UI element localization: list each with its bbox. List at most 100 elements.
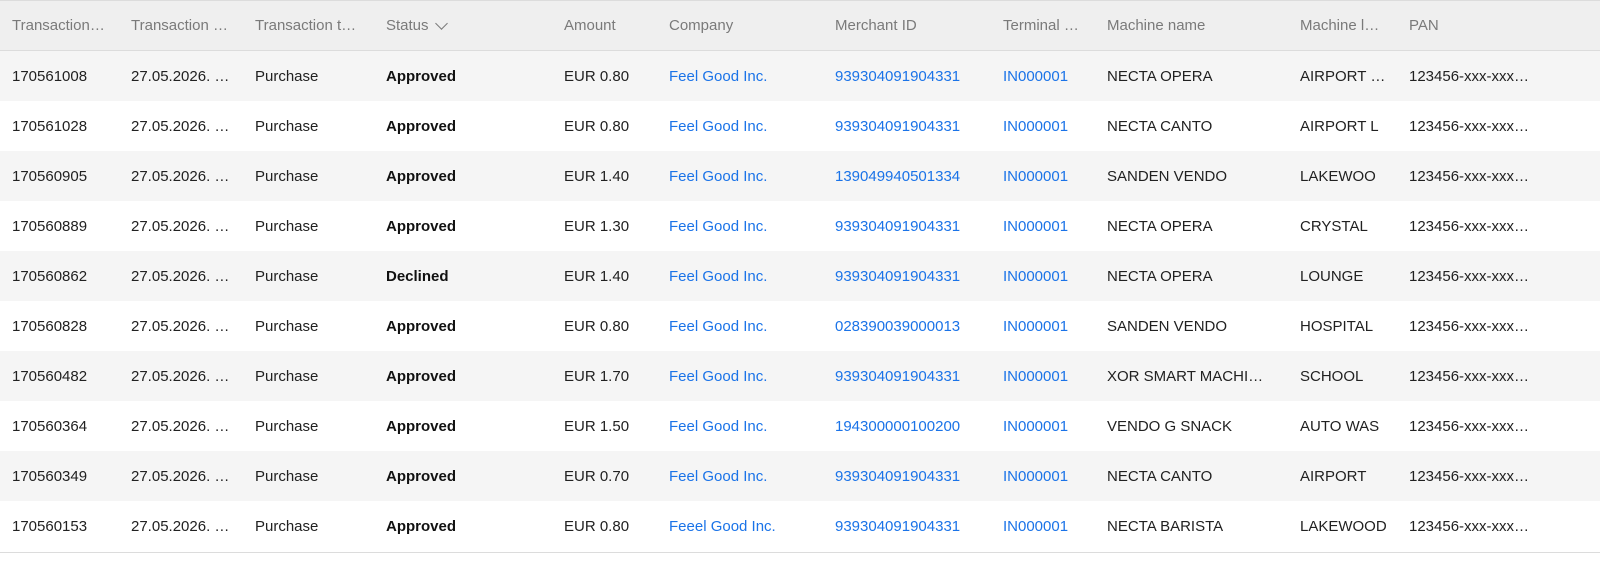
chevron-down-icon[interactable] xyxy=(434,16,448,30)
terminal-link[interactable]: IN000001 xyxy=(1003,468,1088,485)
cell-status: Approved xyxy=(386,201,546,251)
cell-transaction-type: Purchase xyxy=(255,401,370,451)
cell-amount: EUR 1.40 xyxy=(564,251,654,301)
terminal-link[interactable]: IN000001 xyxy=(1003,168,1088,185)
terminal-link[interactable]: IN000001 xyxy=(1003,368,1088,385)
table-row[interactable]: 170560349 27.05.2026. … Purchase Approve… xyxy=(0,451,1600,501)
cell-text: Purchase xyxy=(255,67,319,85)
cell-text: SCHOOL xyxy=(1300,367,1364,385)
cell-text: AIRPORT xyxy=(1300,467,1367,485)
cell-transaction-date: 27.05.2026. … xyxy=(131,301,239,351)
terminal-link[interactable]: IN000001 xyxy=(1003,118,1088,135)
merchant-id-link[interactable]: 939304091904331 xyxy=(835,118,990,135)
cell-company: Feel Good Inc. xyxy=(669,51,819,101)
cell-transaction-id: 170560828 xyxy=(12,301,120,351)
cell-transaction-id: 170561028 xyxy=(12,101,120,151)
table-row[interactable]: 170560862 27.05.2026. … Purchase Decline… xyxy=(0,251,1600,301)
merchant-id-link[interactable]: 939304091904331 xyxy=(835,268,990,285)
merchant-id-link[interactable]: 028390039000013 xyxy=(835,318,990,335)
cell-text: EUR 0.80 xyxy=(564,67,630,85)
cell-text: 170560482 xyxy=(12,367,88,385)
column-header-pan[interactable]: PAN xyxy=(1409,1,1539,50)
cell-amount: EUR 0.80 xyxy=(564,51,654,101)
column-header-company[interactable]: Company xyxy=(669,1,819,50)
cell-status: Approved xyxy=(386,501,546,551)
company-link[interactable]: Feel Good Inc. xyxy=(669,68,819,85)
transactions-table: Transaction… Transaction … Transaction t… xyxy=(0,0,1600,578)
company-link[interactable]: Feel Good Inc. xyxy=(669,318,819,335)
cell-pan: 123456-xxx-xxx… xyxy=(1409,251,1539,301)
company-link[interactable]: Feel Good Inc. xyxy=(669,468,819,485)
cell-text: CRYSTAL xyxy=(1300,217,1368,235)
terminal-link[interactable]: IN000001 xyxy=(1003,418,1088,435)
cell-company: Feel Good Inc. xyxy=(669,301,819,351)
terminal-link[interactable]: IN000001 xyxy=(1003,318,1088,335)
cell-machine-location: SCHOOL xyxy=(1300,351,1392,401)
cell-company: Feel Good Inc. xyxy=(669,351,819,401)
cell-machine-name: NECTA OPERA xyxy=(1107,251,1267,301)
cell-transaction-id: 170560364 xyxy=(12,401,120,451)
cell-text: 170561028 xyxy=(12,117,88,135)
terminal-link[interactable]: IN000001 xyxy=(1003,68,1088,85)
company-link[interactable]: Feel Good Inc. xyxy=(669,368,819,385)
cell-terminal: IN000001 xyxy=(1003,201,1088,251)
merchant-id-link[interactable]: 939304091904331 xyxy=(835,518,990,535)
cell-machine-location: LOUNGE xyxy=(1300,251,1392,301)
cell-status: Approved xyxy=(386,101,546,151)
column-header-machine-name[interactable]: Machine name xyxy=(1107,1,1267,50)
cell-pan: 123456-xxx-xxx… xyxy=(1409,351,1539,401)
table-row[interactable]: 170561008 27.05.2026. … Purchase Approve… xyxy=(0,51,1600,101)
cell-text: 123456-xxx-xxx… xyxy=(1409,217,1530,235)
column-header-transaction-type[interactable]: Transaction t… xyxy=(255,1,370,50)
table-row[interactable]: 170560905 27.05.2026. … Purchase Approve… xyxy=(0,151,1600,201)
column-header-transaction-id[interactable]: Transaction… xyxy=(12,1,120,50)
cell-merchant-id: 939304091904331 xyxy=(835,451,990,501)
merchant-id-link[interactable]: 139049940501334 xyxy=(835,168,990,185)
table-row[interactable]: 170560153 27.05.2026. … Purchase Approve… xyxy=(0,501,1600,551)
table-row[interactable]: 170560889 27.05.2026. … Purchase Approve… xyxy=(0,201,1600,251)
column-header-amount[interactable]: Amount xyxy=(564,1,654,50)
column-header-status[interactable]: Status xyxy=(386,1,546,50)
cell-text: NECTA OPERA xyxy=(1107,217,1213,235)
table-row[interactable]: 170560828 27.05.2026. … Purchase Approve… xyxy=(0,301,1600,351)
table-row[interactable]: 170561028 27.05.2026. … Purchase Approve… xyxy=(0,101,1600,151)
column-header-terminal[interactable]: Terminal … xyxy=(1003,1,1088,50)
cell-merchant-id: 139049940501334 xyxy=(835,151,990,201)
company-link[interactable]: Feel Good Inc. xyxy=(669,218,819,235)
terminal-link[interactable]: IN000001 xyxy=(1003,518,1088,535)
company-link[interactable]: Feel Good Inc. xyxy=(669,168,819,185)
merchant-id-link[interactable]: 939304091904331 xyxy=(835,218,990,235)
cell-text: Purchase xyxy=(255,367,319,385)
cell-transaction-id: 170560482 xyxy=(12,351,120,401)
cell-machine-name: XOR SMART MACHI… xyxy=(1107,351,1267,401)
cell-transaction-date: 27.05.2026. … xyxy=(131,201,239,251)
merchant-id-link[interactable]: 939304091904331 xyxy=(835,68,990,85)
cell-text: 27.05.2026. … xyxy=(131,117,230,135)
merchant-id-link[interactable]: 194300000100200 xyxy=(835,418,990,435)
table-row[interactable]: 170560364 27.05.2026. … Purchase Approve… xyxy=(0,401,1600,451)
table-row[interactable]: 170560482 27.05.2026. … Purchase Approve… xyxy=(0,351,1600,401)
company-link[interactable]: Feeel Good Inc. xyxy=(669,518,819,535)
column-header-machine-location[interactable]: Machine l… xyxy=(1300,1,1392,50)
column-header-transaction-date[interactable]: Transaction … xyxy=(131,1,239,50)
company-link[interactable]: Feel Good Inc. xyxy=(669,418,819,435)
merchant-id-link[interactable]: 939304091904331 xyxy=(835,468,990,485)
cell-machine-location: AIRPORT L xyxy=(1300,101,1392,151)
terminal-link[interactable]: IN000001 xyxy=(1003,268,1088,285)
company-link[interactable]: Feel Good Inc. xyxy=(669,118,819,135)
status-text: Approved xyxy=(386,317,457,335)
column-header-merchant-id[interactable]: Merchant ID xyxy=(835,1,990,50)
cell-merchant-id: 194300000100200 xyxy=(835,401,990,451)
cell-merchant-id: 939304091904331 xyxy=(835,101,990,151)
column-header-label: Transaction… xyxy=(12,17,105,34)
cell-amount: EUR 1.70 xyxy=(564,351,654,401)
merchant-id-link[interactable]: 939304091904331 xyxy=(835,368,990,385)
company-link[interactable]: Feel Good Inc. xyxy=(669,268,819,285)
cell-text: Purchase xyxy=(255,217,319,235)
terminal-link[interactable]: IN000001 xyxy=(1003,218,1088,235)
cell-merchant-id: 939304091904331 xyxy=(835,201,990,251)
cell-machine-name: NECTA BARISTA xyxy=(1107,501,1267,551)
cell-pan: 123456-xxx-xxx… xyxy=(1409,51,1539,101)
cell-machine-location: AIRPORT xyxy=(1300,451,1392,501)
cell-transaction-date: 27.05.2026. … xyxy=(131,351,239,401)
